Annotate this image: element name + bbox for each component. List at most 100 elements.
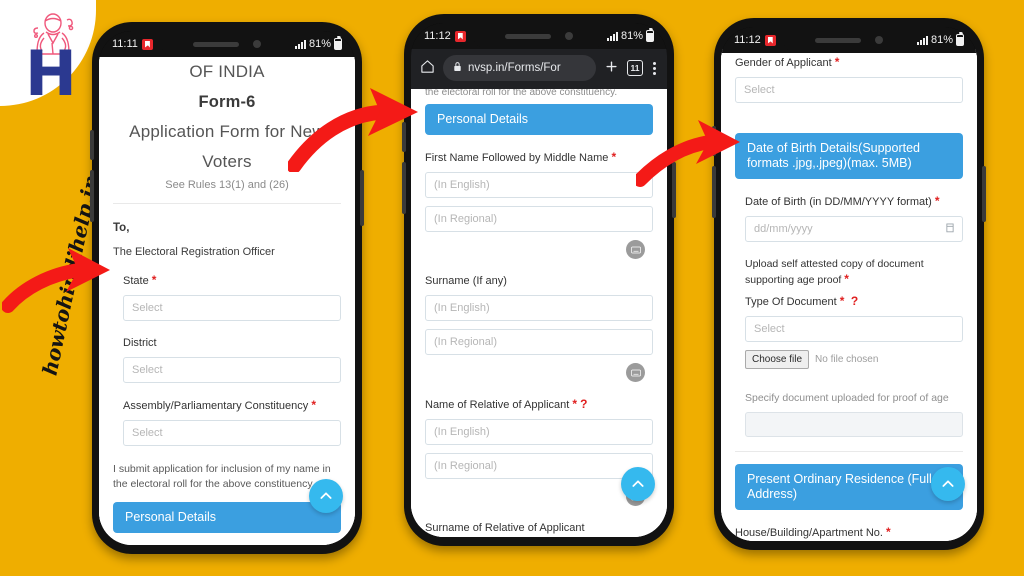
arrow-phone1-to-phone2 [286, 86, 428, 177]
home-icon[interactable] [420, 59, 435, 77]
messenger-icon [764, 34, 776, 46]
volume-up-button[interactable] [90, 130, 94, 160]
scroll-to-top-fab[interactable] [931, 467, 965, 501]
form-rules-note: See Rules 13(1) and (26) [165, 179, 289, 191]
doc-type-select[interactable]: Select [745, 316, 963, 342]
section-personal-details[interactable]: Personal Details [425, 104, 653, 135]
required-asterisk: * [151, 273, 157, 287]
phone2-screen: the electoral roll for the above constit… [411, 89, 667, 537]
field-label-district: District [123, 337, 157, 349]
logo-letter: H [25, 37, 77, 110]
front-camera [253, 40, 261, 48]
tab-counter-icon[interactable]: 11 [627, 60, 643, 76]
header-divider [113, 203, 341, 204]
messenger-icon [141, 38, 153, 50]
choose-file-button[interactable]: Choose file [745, 350, 810, 369]
phone-notch-2 [473, 23, 605, 49]
field-label-gender: Gender of Applicant * [735, 55, 840, 69]
signal-icon [916, 35, 928, 45]
surname-regional-input[interactable]: (In Regional) [425, 329, 653, 355]
field-label-constituency: Assembly/Parliamentary Constituency * [123, 398, 316, 412]
required-asterisk: * [844, 272, 849, 286]
status-time: 11:12 [424, 30, 451, 42]
gender-select[interactable]: Select [735, 77, 963, 103]
first-name-english-input[interactable]: (In English) [425, 172, 653, 198]
first-name-regional-input[interactable]: (In Regional) [425, 206, 653, 232]
battery-percent: 81% [930, 34, 953, 46]
calendar-icon[interactable] [946, 222, 954, 236]
chevron-up-icon [942, 480, 954, 487]
required-asterisk: * [886, 525, 891, 539]
front-camera [565, 32, 573, 40]
signal-icon [606, 31, 618, 41]
clipped-declaration-text: the electoral roll for the above constit… [425, 89, 618, 98]
phone-mockup-2: 11:12 81% nvsp.in/Forms/For 11 the elect… [402, 14, 676, 546]
state-select[interactable]: Select [123, 295, 341, 321]
field-label-surname: Surname (If any) [425, 275, 507, 287]
arrow-watermark-to-phone1 [1, 244, 118, 321]
required-asterisk: * [311, 398, 316, 412]
keyboard-icon[interactable] [626, 363, 645, 382]
phone-notch-1 [161, 31, 293, 57]
field-label-first-name: First Name Followed by Middle Name * [425, 150, 617, 164]
form-title-of-india: OF INDIA [189, 62, 265, 81]
field-label-doc-type: Type Of Document * ? [745, 294, 859, 308]
constituency-select[interactable]: Select [123, 420, 341, 446]
messenger-icon [454, 30, 466, 42]
site-logo: H [14, 10, 90, 110]
declaration-text: I submit application for inclusion of my… [113, 463, 331, 490]
volume-down-button[interactable] [90, 170, 94, 222]
plus-icon[interactable] [604, 59, 619, 77]
district-select[interactable]: Select [123, 357, 341, 383]
battery-icon [646, 28, 654, 42]
addressee-officer: The Electoral Registration Officer [113, 246, 275, 258]
power-button[interactable] [982, 166, 986, 222]
field-label-house-no: House/Building/Apartment No. * [735, 525, 891, 539]
relative-name-regional-input[interactable]: (In Regional) [425, 453, 653, 479]
status-time: 11:12 [734, 34, 761, 46]
field-label-relative-name: Name of Relative of Applicant * ? [425, 397, 588, 411]
chevron-up-icon [320, 492, 332, 499]
section-dob-details[interactable]: Date of Birth Details(Supported formats … [735, 133, 963, 179]
field-label-upload-age-proof: Upload self attested copy of document su… [745, 258, 924, 286]
required-asterisk: * [611, 150, 617, 164]
address-bar[interactable]: nvsp.in/Forms/For [443, 55, 596, 81]
signal-icon [294, 39, 306, 49]
arrow-phone2-to-phone3 [633, 118, 748, 193]
relative-name-english-input[interactable]: (In English) [425, 419, 653, 445]
battery-percent: 81% [308, 38, 331, 50]
dob-input[interactable]: dd/mm/yyyy [745, 216, 963, 242]
power-button[interactable] [360, 170, 364, 226]
phone-mockup-3: 11:12 81% Gender of Applicant * Select D… [712, 18, 986, 550]
front-camera [875, 36, 883, 44]
specify-document-input[interactable] [745, 412, 963, 437]
form6-dob-details: Gender of Applicant * Select Date of Bir… [721, 55, 977, 541]
scroll-to-top-fab[interactable] [309, 479, 343, 513]
required-asterisk: * [934, 194, 940, 208]
surname-english-input[interactable]: (In English) [425, 295, 653, 321]
chevron-up-icon [632, 480, 644, 487]
field-label-specify-document: Specify document uploaded for proof of a… [745, 392, 949, 404]
earpiece-speaker [193, 41, 239, 47]
earpiece-speaker [505, 33, 551, 39]
file-chosen-status: No file chosen [815, 354, 879, 365]
three-dots-icon[interactable] [651, 61, 658, 75]
field-label-relative-surname: Surname of Relative of Applicant [425, 522, 585, 534]
addressee-to: To, [113, 222, 130, 234]
keyboard-icon[interactable] [626, 240, 645, 259]
browser-toolbar: nvsp.in/Forms/For 11 [411, 49, 667, 89]
required-asterisk: * [839, 294, 845, 308]
scroll-to-top-fab[interactable] [621, 467, 655, 501]
section-divider [735, 451, 963, 452]
section-present-residence[interactable]: Present Ordinary Residence (Full Address… [735, 464, 963, 510]
field-label-state: State * [123, 273, 157, 287]
battery-percent: 81% [620, 30, 643, 42]
help-question-icon[interactable]: ? [848, 294, 858, 308]
section-personal-details[interactable]: Personal Details [113, 502, 341, 533]
battery-icon [334, 36, 342, 50]
earpiece-speaker [815, 37, 861, 43]
help-question-icon[interactable]: ? [580, 397, 587, 411]
phone3-screen: Gender of Applicant * Select Date of Bir… [721, 49, 977, 541]
field-label-dob: Date of Birth (in DD/MM/YYYY format) * [745, 194, 940, 208]
status-time: 11:11 [112, 38, 138, 50]
